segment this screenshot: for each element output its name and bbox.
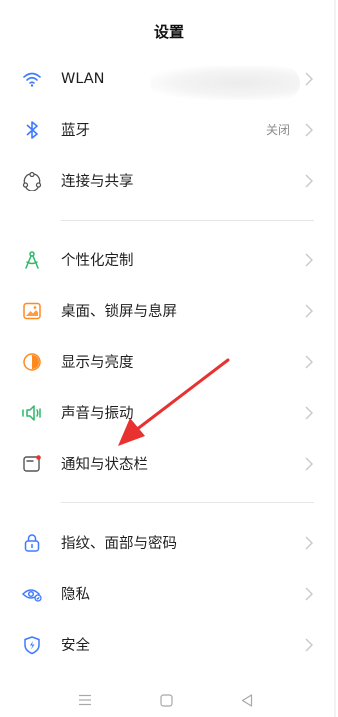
- chevron-right-icon: [304, 304, 314, 318]
- settings-row-notifications[interactable]: 通知与状态栏: [0, 438, 338, 489]
- chevron-right-icon: [304, 253, 314, 267]
- chevron-right-icon: [304, 406, 314, 420]
- bluetooth-icon: [20, 118, 44, 142]
- chevron-right-icon: [304, 536, 314, 550]
- back-icon[interactable]: [239, 692, 255, 708]
- page-title: 设置: [153, 22, 184, 41]
- row-label: 隐私: [61, 587, 90, 603]
- menu-icon[interactable]: [77, 692, 93, 708]
- settings-row-bluetooth[interactable]: 蓝牙 关闭: [0, 104, 338, 155]
- row-label: WLAN: [61, 70, 105, 87]
- chevron-right-icon: [304, 638, 314, 652]
- settings-row-privacy[interactable]: 隐私: [0, 568, 338, 619]
- settings-row-personalization[interactable]: 个性化定制: [0, 234, 338, 285]
- chevron-right-icon: [304, 123, 314, 137]
- group-divider: [61, 220, 314, 221]
- settings-row-security[interactable]: 安全: [0, 619, 338, 670]
- settings-row-connection-share[interactable]: 连接与共享: [0, 155, 338, 206]
- row-label: 个性化定制: [61, 253, 134, 269]
- row-label: 蓝牙: [61, 123, 90, 139]
- share-connection-icon: [20, 169, 44, 193]
- settings-row-sound-vibration[interactable]: 声音与振动: [0, 387, 338, 438]
- brightness-icon: [20, 350, 44, 374]
- chevron-right-icon: [304, 174, 314, 188]
- chevron-right-icon: [304, 72, 314, 86]
- group-divider: [61, 502, 314, 503]
- wifi-icon: [20, 67, 44, 91]
- lock-icon: [20, 531, 44, 555]
- settings-row-fingerprint-face-password[interactable]: 指纹、面部与密码: [0, 517, 338, 568]
- settings-row-wallpaper[interactable]: 桌面、锁屏与息屏: [0, 285, 338, 336]
- privacy-eye-icon: [20, 582, 44, 606]
- settings-row-display-brightness[interactable]: 显示与亮度: [0, 336, 338, 387]
- row-label: 安全: [61, 638, 90, 654]
- settings-row-wlan[interactable]: WLAN: [0, 53, 338, 104]
- chevron-right-icon: [304, 587, 314, 601]
- chevron-right-icon: [304, 457, 314, 471]
- row-label: 显示与亮度: [61, 355, 134, 371]
- bluetooth-status: 关闭: [265, 123, 290, 137]
- scrollbar-track: [334, 0, 336, 717]
- row-label: 通知与状态栏: [61, 457, 148, 473]
- row-label: 桌面、锁屏与息屏: [61, 304, 177, 320]
- sound-vibration-icon: [20, 401, 44, 425]
- notification-bar-icon: [20, 452, 44, 476]
- security-shield-icon: [20, 633, 44, 657]
- home-icon[interactable]: [158, 692, 174, 708]
- row-label: 声音与振动: [61, 406, 134, 422]
- row-label: 指纹、面部与密码: [61, 536, 177, 552]
- system-navigation-bar: [0, 683, 338, 717]
- personalization-icon: [20, 248, 44, 272]
- chevron-right-icon: [304, 355, 314, 369]
- row-label: 连接与共享: [61, 174, 134, 190]
- wallpaper-icon: [20, 299, 44, 323]
